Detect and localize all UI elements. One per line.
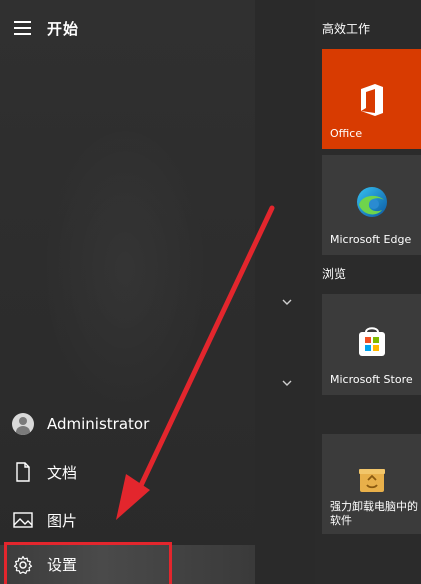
nav-item-documents-label: 文档	[47, 463, 78, 482]
office-icon	[357, 83, 387, 117]
avatar	[12, 413, 34, 435]
nav-item-documents[interactable]: 文档	[0, 448, 255, 496]
nav-item-user-label: Administrator	[47, 415, 150, 433]
chevron-down-icon[interactable]	[282, 378, 292, 388]
gear-icon	[12, 554, 34, 576]
picture-icon	[12, 509, 34, 531]
chevron-down-icon[interactable]	[282, 297, 292, 307]
hamburger-menu-icon[interactable]	[14, 21, 31, 35]
edge-icon	[355, 185, 389, 219]
start-header: 开始	[0, 0, 255, 56]
uninstaller-icon	[357, 464, 387, 494]
group-title-productivity[interactable]: 高效工作	[322, 20, 370, 37]
nav-item-pictures[interactable]: 图片	[0, 496, 255, 544]
nav-item-pictures-label: 图片	[47, 511, 78, 530]
user-avatar-icon	[12, 413, 34, 435]
tile-uninstaller[interactable]: 强力卸载电脑中的软件	[322, 434, 421, 534]
collapsed-column	[255, 0, 315, 584]
start-nav-pane: 开始 Administrator 文档 图片 设置	[0, 0, 255, 584]
tile-edge[interactable]: Microsoft Edge	[322, 155, 421, 255]
tile-office[interactable]: Office	[322, 49, 421, 149]
store-icon	[356, 324, 388, 358]
tile-office-label: Office	[330, 127, 363, 140]
group-title-browse[interactable]: 浏览	[322, 265, 346, 282]
tile-edge-label: Microsoft Edge	[330, 233, 412, 246]
nav-item-user[interactable]: Administrator	[0, 400, 255, 448]
document-icon	[12, 461, 34, 483]
nav-item-settings-label: 设置	[47, 556, 78, 574]
start-title: 开始	[47, 20, 80, 38]
tile-store[interactable]: Microsoft Store	[322, 294, 421, 395]
nav-item-settings[interactable]: 设置	[0, 545, 255, 584]
tile-store-label: Microsoft Store	[330, 373, 413, 386]
tile-uninstaller-label: 强力卸载电脑中的软件	[330, 500, 418, 527]
